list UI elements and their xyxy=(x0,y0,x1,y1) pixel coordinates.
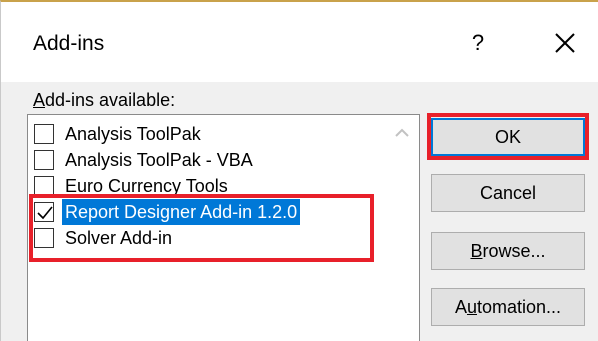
title-bar: Add-ins ? xyxy=(1,2,598,82)
browse-accesskey: B xyxy=(470,241,483,261)
list-item-label: Analysis ToolPak xyxy=(65,124,201,144)
addins-available-text: dd-ins available: xyxy=(45,90,176,110)
list-item-label: Analysis ToolPak - VBA xyxy=(65,150,253,170)
ok-button[interactable]: OK xyxy=(431,118,585,156)
scroll-up-button[interactable] xyxy=(391,123,413,143)
checkbox[interactable] xyxy=(34,176,54,196)
browse-button[interactable]: Browse... xyxy=(431,232,585,270)
list-item-label: Report Designer Add-in 1.2.0 xyxy=(62,199,301,225)
vertical-scrollbar[interactable] xyxy=(385,115,419,341)
checkbox-checked[interactable] xyxy=(34,202,54,222)
browse-label: rowse... xyxy=(482,241,546,261)
list-item-label: Euro Currency Tools xyxy=(65,176,228,196)
list-item-label: Solver Add-in xyxy=(65,228,173,248)
close-icon xyxy=(555,33,575,53)
dialog-title: Add-ins xyxy=(33,32,105,55)
help-button[interactable]: ? xyxy=(463,25,493,61)
addins-available-label: Add-ins available: xyxy=(33,90,175,111)
automation-label: tomation... xyxy=(476,297,562,317)
checkbox[interactable] xyxy=(34,124,54,144)
cancel-button[interactable]: Cancel xyxy=(431,174,585,212)
chevron-up-icon xyxy=(395,128,409,137)
close-button[interactable] xyxy=(549,26,581,60)
checkbox[interactable] xyxy=(34,150,54,170)
addins-available-accesskey: A xyxy=(33,90,46,110)
addins-listbox[interactable]: Analysis ToolPak Analysis ToolPak - VBA … xyxy=(27,114,420,341)
automation-accesskey: u xyxy=(466,297,477,317)
checkmark-icon xyxy=(37,206,53,220)
add-ins-dialog: Add-ins ? Add-ins available: Analysis To… xyxy=(0,0,598,341)
automation-prefix: A xyxy=(454,297,467,317)
checkbox[interactable] xyxy=(34,228,54,248)
automation-button[interactable]: Automation... xyxy=(431,288,585,326)
